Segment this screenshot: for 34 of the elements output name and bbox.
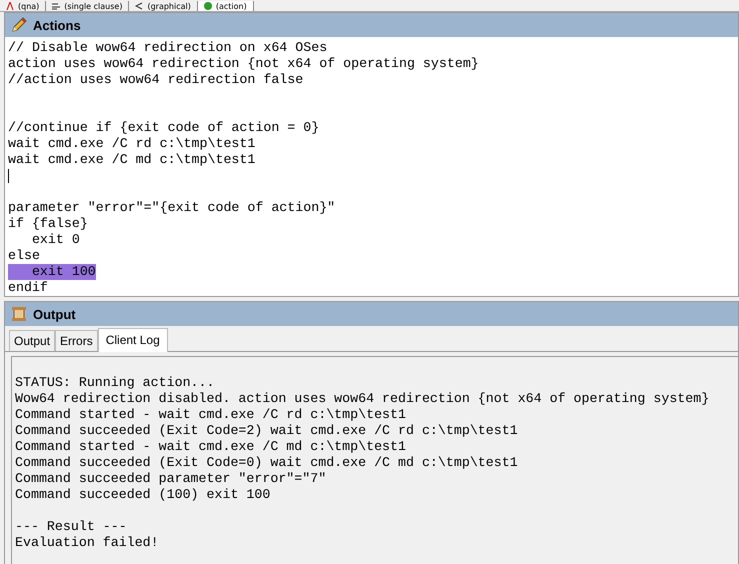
- code-line: //action uses wow64 redirection false: [8, 72, 304, 87]
- code-line: // Disable wow64 redirection on x64 OSes: [8, 40, 328, 55]
- text-cursor: [8, 169, 9, 183]
- log-line: Command succeeded (100) exit 100: [15, 487, 270, 502]
- code-line: action uses wow64 redirection {not x64 of operating system}: [8, 56, 479, 71]
- log-line: Command started - wait cmd.exe /C rd c:\tmp\test1: [15, 407, 406, 422]
- status-dot-icon: [204, 2, 212, 10]
- log-line: --- Result ---: [15, 519, 127, 534]
- log-line: Evaluation failed!: [15, 535, 159, 550]
- pencil-icon: [11, 17, 27, 33]
- panel-title: Actions: [33, 18, 81, 32]
- angle-icon: [135, 2, 144, 10]
- code-line: exit 0: [30, 232, 80, 247]
- code-line: if {false}: [8, 216, 88, 231]
- scroll-icon: [11, 306, 27, 322]
- code-line: wait cmd.exe /C md c:\tmp\test1: [8, 152, 256, 167]
- code-line: wait cmd.exe /C rd c:\tmp\test1: [8, 136, 256, 151]
- code-line: endif: [8, 280, 48, 295]
- log-line: Command succeeded (Exit Code=2) wait cmd.exe /C rd c:\tmp\test1: [15, 423, 518, 438]
- code-line: parameter "error"="{exit code of action}": [8, 200, 336, 215]
- output-tab[interactable]: Output: [9, 330, 56, 351]
- code-line: else: [8, 248, 40, 263]
- code-line: //continue if {exit code of action = 0}: [8, 120, 320, 135]
- letter-icon: [6, 2, 14, 10]
- log-line: Command succeeded (Exit Code=0) wait cmd.exe /C md c:\tmp\test1: [15, 455, 518, 470]
- log-line: Command started - wait cmd.exe /C md c:\tmp\test1: [15, 439, 406, 454]
- output-tab[interactable]: Client Log: [98, 328, 168, 352]
- output-tab[interactable]: Errors: [55, 330, 98, 351]
- panel-title: Output: [33, 306, 76, 322]
- log-line: STATUS: Running action...: [15, 375, 214, 390]
- log-line: Wow64 redirection disabled. action uses wow64 redirection {not x64 of operating system}: [15, 391, 710, 406]
- lines-icon: [52, 2, 60, 10]
- log-line: Command succeeded parameter "error"="7": [15, 471, 326, 486]
- editor-tab[interactable]: (action): [198, 1, 254, 11]
